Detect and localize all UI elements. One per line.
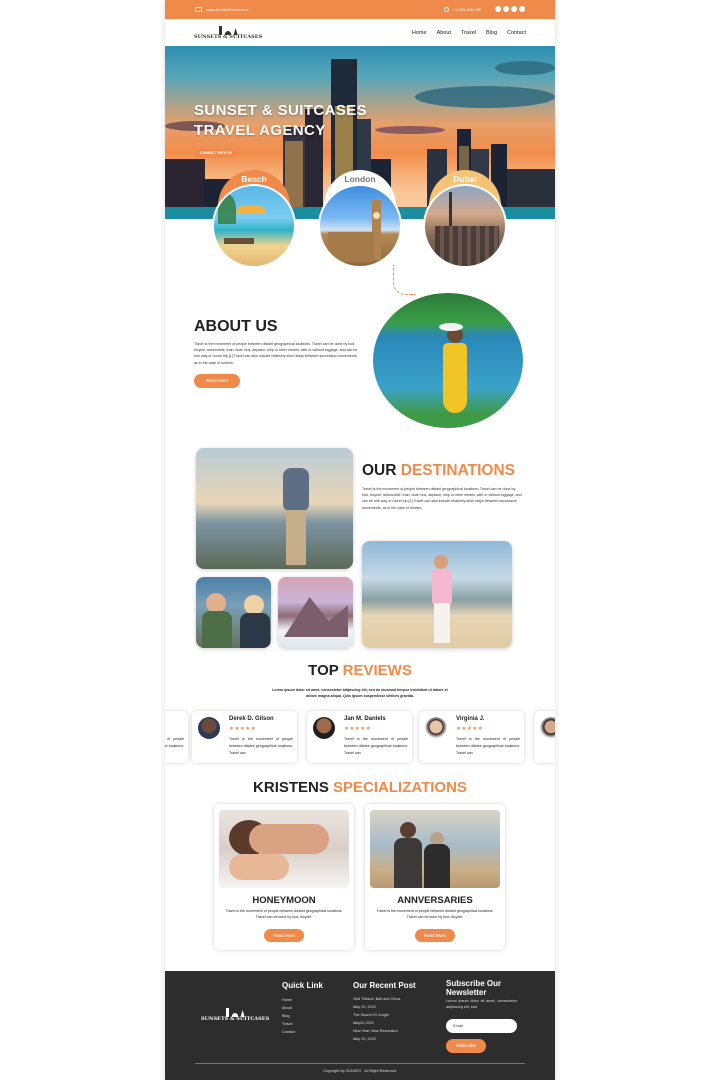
nav-travel[interactable]: Travel xyxy=(461,30,476,36)
review-text: Travel is the movement of people between… xyxy=(344,737,408,755)
newsletter-text: Lorem ipsum dolor sit amet, consectetur … xyxy=(446,999,517,1009)
review-text: Travel is the movement of people between… xyxy=(456,737,520,755)
nav-menu: Home About Travel Blog Contact xyxy=(412,30,526,36)
youtube-icon[interactable] xyxy=(519,6,525,12)
destinations-title: OUR DESTINATIONS xyxy=(362,462,515,479)
post-date: May 22, 2022 xyxy=(353,1005,377,1009)
destination-beach[interactable]: Beach xyxy=(212,170,296,268)
nav-home[interactable]: Home xyxy=(412,30,427,36)
landing-page: www.SunSetTravel.com +1 234-456-789 SUNS… xyxy=(165,0,555,1080)
review-card-partial[interactable] xyxy=(534,711,555,763)
phone-icon xyxy=(443,7,449,12)
reviewer-avatar xyxy=(540,717,555,739)
about-title: ABOUT US xyxy=(194,318,278,335)
nav-contact[interactable]: Contact xyxy=(507,30,526,36)
destination-london[interactable]: London xyxy=(318,170,402,268)
top-bar: www.SunSetTravel.com +1 234-456-789 xyxy=(165,0,555,19)
copyright-text: Copyright By SUNSEX . All Right Reserved… xyxy=(323,1069,397,1073)
nav-blog[interactable]: Blog xyxy=(486,30,497,36)
brand-name: SUNSETS & SUITCASES xyxy=(194,34,263,40)
anniversaries-image xyxy=(370,810,500,888)
brand-name: SUNSETS & SUITCASES xyxy=(201,1016,270,1022)
review-text: Travel is the movement of people between… xyxy=(229,737,293,755)
hiker-photo xyxy=(196,448,353,569)
quick-links-title: Quick Link xyxy=(282,981,323,990)
hero-title: SUNSET & SUITCASES TRAVEL AGENCY xyxy=(194,102,368,139)
subscribe-button[interactable]: Subscribe xyxy=(446,1039,486,1053)
post-date: May22,2022 xyxy=(353,1021,374,1025)
card-title: ANNVERSARIES xyxy=(397,895,473,906)
footer-link-blog[interactable]: Blog xyxy=(282,1012,295,1020)
recent-post-link[interactable]: Visit Thiland, Bali and China xyxy=(353,995,400,1003)
about-text: Travel is the movement of people between… xyxy=(194,342,358,365)
reviews-title: TOP REVIEWS xyxy=(308,662,412,679)
footer: SUNSETS & SUITCASES Quick Link Home Abou… xyxy=(165,971,555,1080)
beach-girl-photo xyxy=(362,541,512,648)
recent-post-link[interactable]: New Year, New Resolution xyxy=(353,1027,400,1035)
quick-links-list: Home About Blog Travel Contact xyxy=(282,996,295,1036)
mail-icon xyxy=(195,7,202,12)
reviewer-name: Jan M. Daniels xyxy=(344,716,386,722)
recent-post-link[interactable]: The Sound Of Jungle xyxy=(353,1011,400,1019)
couple-photo xyxy=(196,577,271,648)
rating-stars: ★★★★★ xyxy=(344,726,372,732)
brand-logo[interactable]: SUNSETS & SUITCASES xyxy=(194,25,262,40)
review-card-partial[interactable]: Travel is the movement of people between… xyxy=(165,711,188,763)
card-text: Travel is the movement of people between… xyxy=(376,909,494,919)
about-section: ABOUT US Travel is the movement of peopl… xyxy=(194,318,359,388)
reviewer-avatar xyxy=(198,717,220,739)
footer-link-home[interactable]: Home xyxy=(282,996,295,1004)
reviewer-name: Derek D. Gilson xyxy=(229,716,274,722)
reviewer-avatar xyxy=(313,717,335,739)
newsletter-email-input[interactable]: Email xyxy=(446,1019,517,1033)
dashed-path xyxy=(393,265,415,295)
review-card[interactable]: Derek D. Gilson ★★★★★ Travel is the move… xyxy=(192,711,297,763)
newsletter-title: Subscribe Our Newsletter xyxy=(446,979,502,997)
footer-link-contact[interactable]: Contact xyxy=(282,1028,295,1036)
review-card[interactable]: Jan M. Daniels ★★★★★ Travel is the movem… xyxy=(307,711,412,763)
card-text: Travel is the movement of people between… xyxy=(225,909,343,919)
reviewer-avatar xyxy=(425,717,447,739)
honeymoon-card: HONEYMOON Travel is the movement of peop… xyxy=(214,804,354,950)
destination-dubai[interactable]: Dubai xyxy=(423,170,507,268)
honeymoon-read-more-button[interactable]: Read More xyxy=(264,929,304,942)
topbar-email[interactable]: www.SunSetTravel.com xyxy=(206,7,248,12)
dubai-image xyxy=(423,184,507,268)
footer-link-about[interactable]: About xyxy=(282,1004,295,1012)
honeymoon-image xyxy=(219,810,349,888)
destination-label: Dubai xyxy=(453,174,477,184)
about-image xyxy=(373,293,523,428)
card-title: HONEYMOON xyxy=(252,895,316,906)
recent-posts-list: Visit Thiland, Bali and China May 22, 20… xyxy=(353,995,400,1043)
reviewer-name: Virginia J. xyxy=(456,716,485,722)
beach-image xyxy=(212,184,296,268)
post-date: May 22, 2022 xyxy=(353,1037,377,1041)
specializations-title: KRISTENS SPECIALIZATIONS xyxy=(253,779,467,796)
rating-stars: ★★★★★ xyxy=(456,726,484,732)
twitter-icon[interactable] xyxy=(511,6,517,12)
instagram-icon[interactable] xyxy=(503,6,509,12)
consult-button[interactable]: CONSULT WITH US xyxy=(195,149,237,158)
about-read-more-button[interactable]: Read More xyxy=(194,373,240,388)
mountain-photo xyxy=(278,577,353,648)
review-text: Travel is the movement of people between… xyxy=(165,737,184,748)
destination-label: London xyxy=(344,174,376,184)
london-image xyxy=(318,184,402,268)
destination-label: Beach xyxy=(241,174,267,184)
review-card[interactable]: Virginia J. ★★★★★ Travel is the movement… xyxy=(419,711,524,763)
topbar-phone[interactable]: +1 234-456-789 xyxy=(453,7,481,12)
footer-divider xyxy=(195,1063,525,1064)
footer-logo[interactable]: SUNSETS & SUITCASES xyxy=(201,1007,269,1022)
recent-posts-title: Our Recent Post xyxy=(353,981,416,990)
main-nav: SUNSETS & SUITCASES Home About Travel Bl… xyxy=(165,19,555,46)
anniversaries-card: ANNVERSARIES Travel is the movement of p… xyxy=(365,804,505,950)
footer-link-travel[interactable]: Travel xyxy=(282,1020,295,1028)
anniversaries-read-more-button[interactable]: Read More xyxy=(415,929,455,942)
rating-stars: ★★★★★ xyxy=(229,726,257,732)
reviews-subtitle: Lorem ipsum dolor sit amet, consectetur … xyxy=(272,688,448,698)
destinations-text: Travel is the movement of people between… xyxy=(362,487,522,510)
facebook-icon[interactable] xyxy=(495,6,501,12)
nav-about[interactable]: About xyxy=(437,30,451,36)
